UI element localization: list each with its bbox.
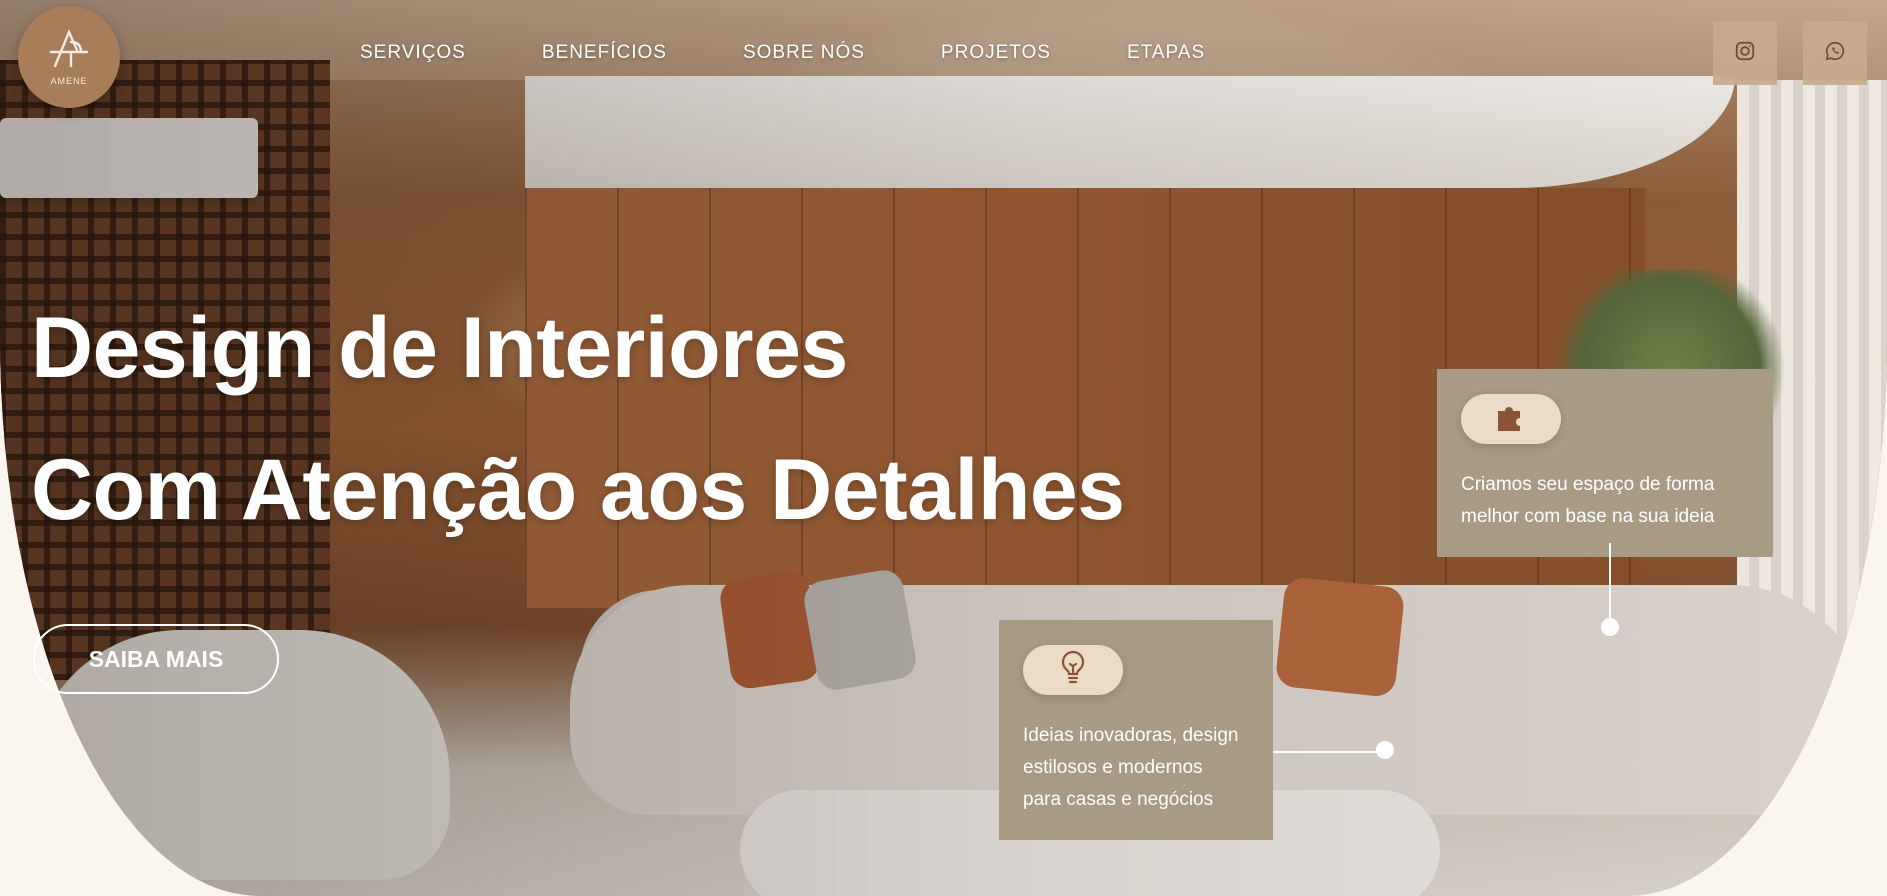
hotspot-dot[interactable]: [1601, 618, 1619, 636]
card-icon-pill: [1461, 394, 1561, 444]
nav-item-etapas[interactable]: ETAPAS: [1127, 42, 1205, 64]
logo-text: AMENE: [50, 76, 88, 86]
connector-line: [1273, 751, 1383, 753]
feature-card-ideia: Criamos seu espaço de forma melhor com b…: [1437, 369, 1773, 557]
puzzle-icon: [1494, 402, 1528, 437]
card-text-line: para casas e negócios: [1023, 789, 1214, 810]
saiba-mais-button[interactable]: SAIBA MAIS: [33, 624, 279, 694]
instagram-icon: [1734, 40, 1756, 67]
nav-item-beneficios[interactable]: BENEFÍCIOS: [542, 42, 667, 64]
hotspot-dot[interactable]: [1376, 741, 1394, 759]
card-text-line: Ideias inovadoras, design: [1023, 725, 1239, 746]
feature-card-inovacao: Ideias inovadoras, design estilosos e mo…: [999, 620, 1273, 840]
connector-line: [1609, 543, 1611, 625]
nav-item-sobre-nos[interactable]: SOBRE NÓS: [743, 42, 865, 64]
card-text-line: estilosos e modernos: [1023, 757, 1203, 778]
nav-item-servicos[interactable]: SERVIÇOS: [360, 42, 466, 64]
nav-item-projetos[interactable]: PROJETOS: [941, 42, 1051, 64]
card-text: Criamos seu espaço de forma melhor com b…: [1461, 469, 1755, 533]
instagram-button[interactable]: [1713, 21, 1777, 85]
hero-headline-line1: Design de Interiores: [31, 300, 848, 396]
hero-headline-line2: Com Atenção aos Detalhes: [31, 442, 1125, 538]
main-nav: SERVIÇOS BENEFÍCIOS SOBRE NÓS PROJETOS E…: [360, 42, 1281, 64]
card-text-line: melhor com base na sua ideia: [1461, 506, 1715, 527]
card-icon-pill: [1023, 645, 1123, 695]
lightbulb-icon: [1060, 650, 1086, 691]
card-text: Ideias inovadoras, design estilosos e mo…: [1023, 720, 1255, 816]
logo-mark-icon: [47, 28, 91, 74]
brand-logo[interactable]: AMENE: [18, 6, 120, 108]
whatsapp-button[interactable]: [1803, 21, 1867, 85]
whatsapp-icon: [1824, 40, 1846, 67]
card-text-line: Criamos seu espaço de forma: [1461, 474, 1715, 495]
